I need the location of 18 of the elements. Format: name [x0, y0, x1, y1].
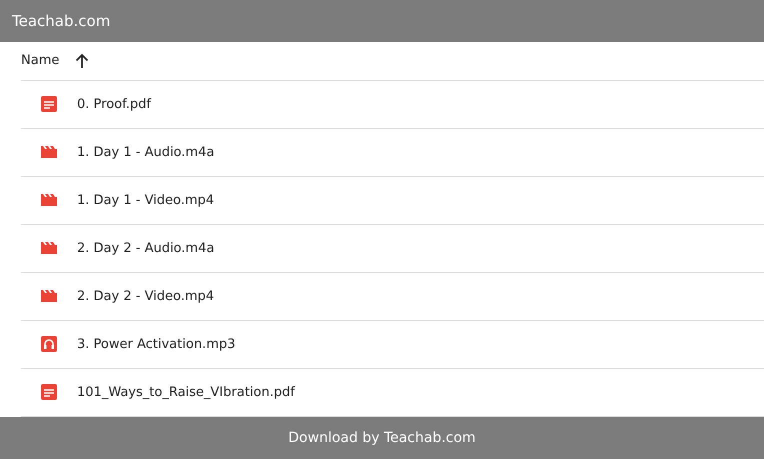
- column-header[interactable]: Name: [21, 53, 60, 68]
- file-name[interactable]: 1. Day 1 - Audio.m4a: [77, 144, 214, 160]
- sort-up-arrow-icon[interactable]: [75, 52, 90, 68]
- headphones-icon: [41, 336, 57, 352]
- site-title: Teachab.com: [12, 12, 110, 30]
- file-name[interactable]: 2. Day 2 - Audio.m4a: [77, 240, 214, 256]
- footer-text: Download by Teachab.com: [288, 430, 476, 446]
- file-name[interactable]: 1. Day 1 - Video.mp4: [77, 192, 214, 208]
- clapperboard-icon: [41, 289, 57, 303]
- file-name[interactable]: 0. Proof.pdf: [77, 96, 151, 112]
- file-name[interactable]: 2. Day 2 - Video.mp4: [77, 288, 214, 304]
- clapperboard-icon: [41, 193, 57, 207]
- file-name[interactable]: 3. Power Activation.mp3: [77, 336, 236, 352]
- pdf-file-icon: [41, 384, 57, 400]
- clapperboard-icon: [41, 145, 57, 159]
- file-name[interactable]: 101_Ways_to_Raise_VIbration.pdf: [77, 384, 295, 400]
- clapperboard-icon: [41, 241, 57, 255]
- pdf-file-icon: [41, 96, 57, 112]
